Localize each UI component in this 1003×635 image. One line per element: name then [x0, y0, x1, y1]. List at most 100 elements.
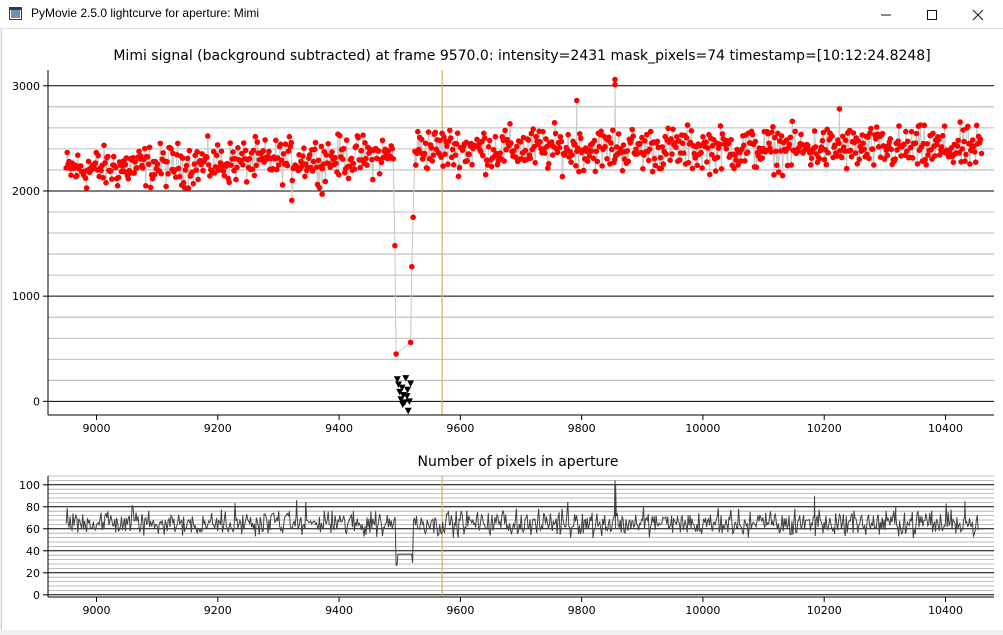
signal-point — [744, 149, 751, 155]
signal-point — [485, 144, 492, 150]
minimize-icon — [881, 14, 891, 16]
signal-point — [660, 161, 667, 167]
signal-point — [364, 162, 370, 168]
signal-point — [704, 159, 710, 165]
signal-point — [610, 127, 616, 133]
minimize-button[interactable] — [863, 0, 909, 28]
signal-point — [340, 145, 347, 152]
signal-chart-title: Mimi signal (background subtracted) at f… — [113, 48, 930, 64]
pixels-y-tick-label: 80 — [26, 501, 40, 514]
signal-point — [176, 173, 183, 180]
signal-point — [68, 172, 74, 178]
signal-point — [604, 156, 610, 162]
pixels-x-tick-label: 9400 — [325, 604, 353, 617]
signal-point — [922, 156, 928, 163]
signal-point — [393, 351, 399, 357]
signal-point — [549, 152, 556, 158]
signal-point — [514, 143, 520, 150]
signal-point — [630, 133, 636, 139]
signal-point — [275, 162, 282, 168]
signal-point — [77, 163, 84, 169]
signal-point — [717, 123, 724, 129]
signal-point — [559, 173, 566, 180]
signal-point — [301, 145, 307, 151]
signal-point — [449, 146, 456, 153]
signal-x-tick-label: 9800 — [568, 422, 596, 435]
pixels-chart-series — [65, 480, 979, 566]
signal-point — [612, 81, 618, 88]
signal-point — [481, 135, 488, 141]
signal-point — [557, 134, 564, 140]
signal-point — [407, 339, 414, 346]
signal-point — [183, 162, 190, 169]
signal-point — [474, 136, 480, 143]
signal-point — [448, 135, 454, 141]
signal-point — [925, 152, 931, 158]
dropout-marker — [407, 380, 415, 387]
signal-point — [234, 164, 240, 171]
pixels-y-tick-label: 0 — [33, 589, 40, 602]
signal-point — [64, 149, 70, 156]
signal-point — [332, 154, 338, 161]
signal-point — [350, 160, 357, 167]
signal-point — [280, 151, 287, 157]
signal-point — [360, 132, 366, 138]
dropout-marker — [404, 407, 412, 415]
signal-point — [160, 150, 166, 156]
signal-point — [497, 150, 504, 156]
signal-point — [592, 168, 599, 175]
signal-point — [932, 153, 938, 159]
signal-point — [812, 144, 819, 150]
signal-x-tick-label: 9400 — [325, 422, 353, 435]
signal-point — [860, 140, 866, 146]
signal-point — [392, 242, 398, 249]
signal-point — [260, 148, 267, 154]
signal-point — [647, 128, 654, 135]
signal-point — [542, 150, 548, 156]
signal-point — [620, 142, 627, 148]
signal-point — [537, 139, 543, 145]
signal-point — [819, 137, 826, 144]
signal-point — [336, 171, 342, 178]
signal-point — [673, 144, 679, 151]
signal-point — [108, 168, 114, 174]
signal-point — [277, 141, 284, 148]
signal-point — [409, 263, 415, 270]
signal-point — [598, 128, 604, 135]
pixels-y-tick-label: 20 — [26, 567, 40, 580]
signal-point — [298, 158, 304, 165]
signal-point — [279, 182, 286, 188]
signal-point — [282, 141, 289, 147]
signal-point — [522, 147, 529, 154]
signal-point — [502, 127, 508, 134]
signal-point — [816, 155, 823, 162]
signal-point — [190, 180, 197, 187]
signal-point — [565, 131, 571, 138]
signal-point — [250, 147, 257, 154]
signal-point — [921, 122, 928, 129]
signal-point — [934, 141, 940, 148]
signal-point — [843, 165, 850, 172]
signal-point — [546, 161, 552, 167]
signal-point — [300, 153, 306, 159]
signal-point — [455, 173, 462, 180]
signal-point — [315, 157, 322, 164]
signal-point — [669, 151, 675, 157]
pixels-x-tick-label: 9600 — [446, 604, 474, 617]
close-button[interactable] — [955, 0, 1001, 28]
signal-point — [591, 137, 598, 144]
signal-point — [593, 148, 600, 155]
signal-point — [680, 150, 687, 156]
signal-point — [74, 172, 80, 179]
signal-point — [323, 152, 330, 158]
signal-point — [227, 140, 233, 146]
signal-point — [871, 162, 877, 168]
signal-point — [180, 179, 187, 186]
signal-point — [114, 182, 121, 189]
maximize-button[interactable] — [909, 0, 955, 28]
signal-point — [625, 158, 632, 165]
signal-point — [430, 152, 437, 158]
signal-point — [573, 163, 579, 169]
signal-point — [909, 155, 916, 161]
signal-point — [132, 159, 138, 165]
